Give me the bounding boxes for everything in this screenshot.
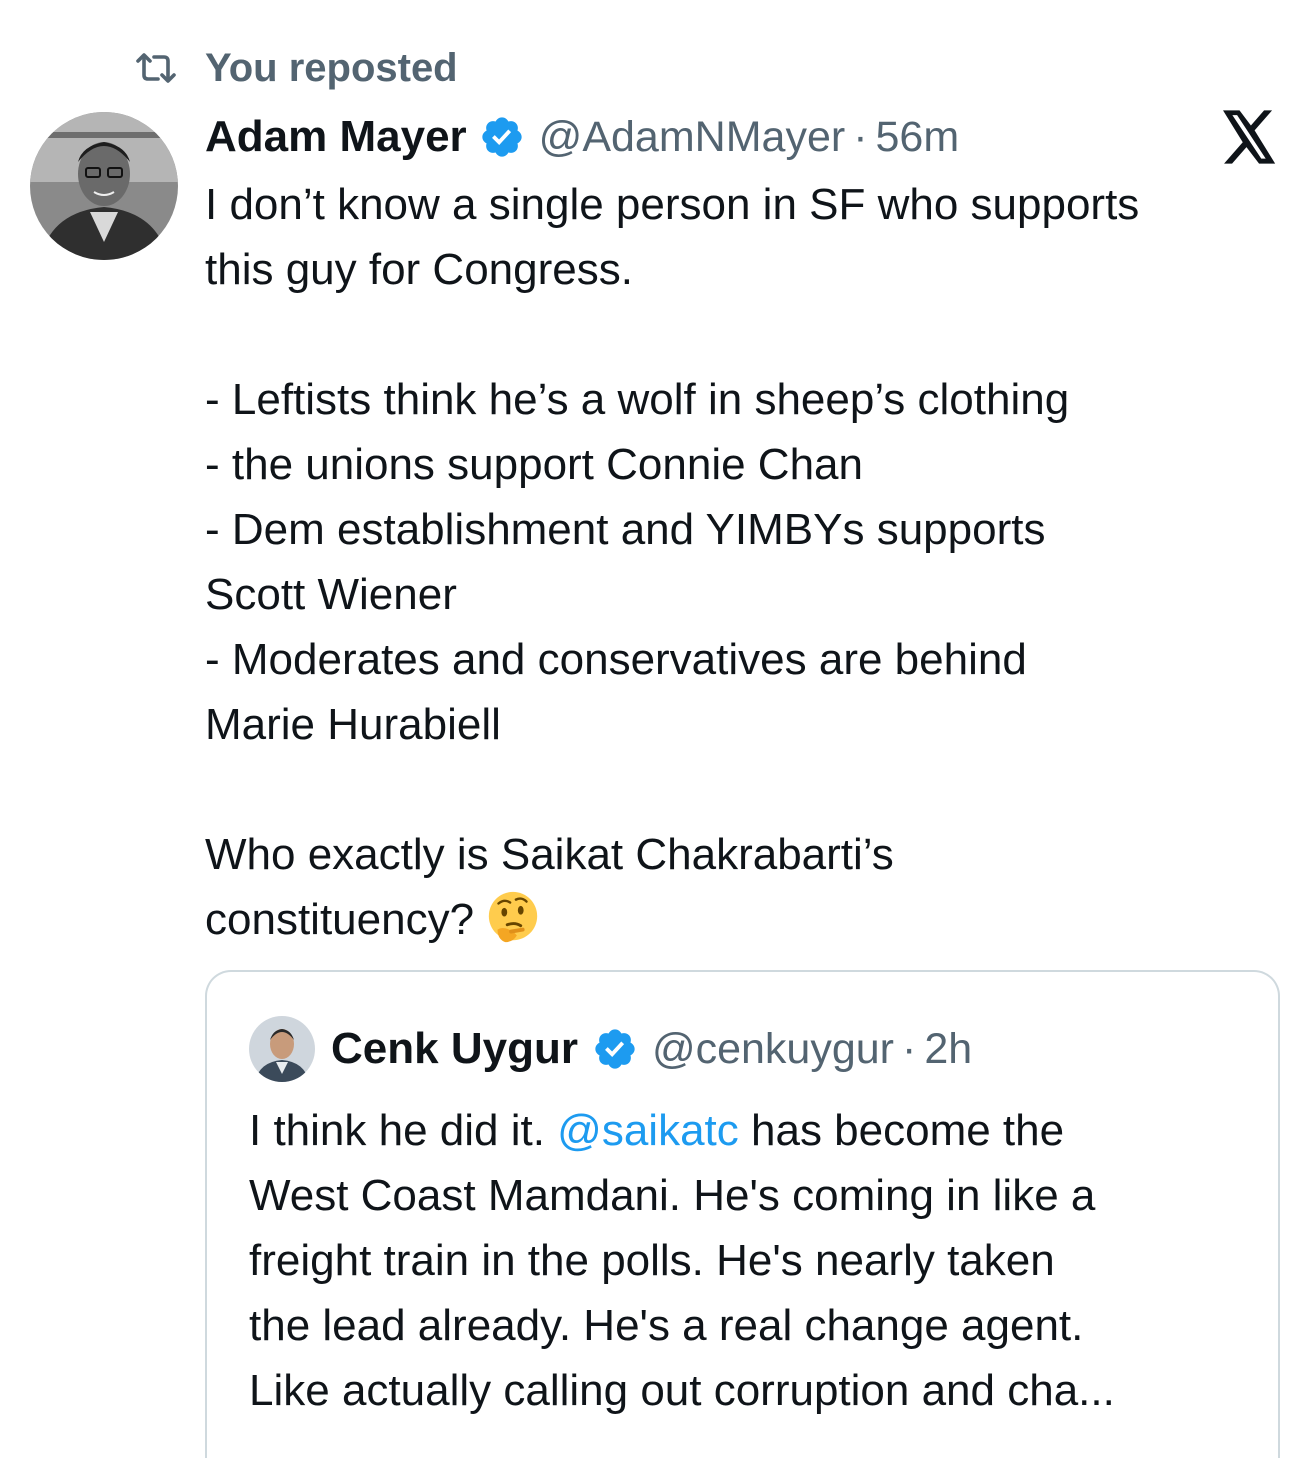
x-logo-icon: [1223, 110, 1276, 164]
quoted-line-first: I think he did it. @saikatc has become t…: [249, 1098, 1259, 1163]
author-name[interactable]: Adam Mayer: [205, 112, 467, 162]
tweet-line: constituency?: [205, 895, 475, 944]
author-handle[interactable]: @AdamNMayer: [539, 113, 846, 162]
quoted-timestamp[interactable]: 2h: [924, 1025, 972, 1074]
tweet-line: - the unions support Connie Chan: [205, 440, 863, 489]
tweet-line: Marie Hurabiell: [205, 700, 501, 749]
separator-dot: ·: [853, 112, 868, 161]
tweet-line: Scott Wiener: [205, 570, 457, 619]
quoted-tweet[interactable]: Cenk Uygur @cenkuygur · 2h I think he di…: [205, 970, 1280, 1458]
verified-badge-icon: [482, 117, 522, 157]
tweet-line: - Dem establishment and YIMBYs supports: [205, 505, 1046, 554]
quoted-author-name[interactable]: Cenk Uygur: [331, 1024, 578, 1074]
tweet-line: Who exactly is Saikat Chakrabarti’s: [205, 830, 894, 879]
quoted-line: Like actually calling out corruption and…: [249, 1366, 1115, 1415]
tweet-last-line: constituency?: [205, 887, 1290, 952]
repost-indicator: You reposted: [134, 40, 458, 96]
quoted-tweet-header: Cenk Uygur @cenkuygur · 2h: [249, 1016, 972, 1082]
tweet-line: this guy for Congress.: [205, 245, 633, 294]
separator-dot: ·: [902, 1024, 917, 1073]
quoted-text-segment: I think he did it.: [249, 1106, 558, 1155]
quoted-line: freight train in the polls. He's nearly …: [249, 1236, 1055, 1285]
quoted-author-avatar[interactable]: [249, 1016, 315, 1082]
author-avatar-photo: [30, 112, 178, 260]
quoted-line: the lead already. He's a real change age…: [249, 1301, 1084, 1350]
quoted-author-avatar-photo: [249, 1016, 315, 1082]
verified-badge-icon: [595, 1029, 635, 1069]
repost-icon: [136, 53, 176, 83]
thinking-face-emoji: [488, 892, 538, 943]
mention-link[interactable]: @saikatc: [557, 1106, 739, 1155]
repost-label: You reposted: [205, 45, 458, 90]
quoted-line: West Coast Mamdani. He's coming in like …: [249, 1171, 1096, 1220]
tweet-text: I don’t know a single person in SF who s…: [205, 172, 1290, 952]
tweet-header: Adam Mayer @AdamNMayer · 56m: [205, 106, 959, 168]
quoted-author-handle[interactable]: @cenkuygur: [652, 1025, 894, 1074]
quoted-text-segment: has become the: [738, 1106, 1065, 1155]
tweet-line: - Leftists think he’s a wolf in sheep’s …: [205, 375, 1070, 424]
quoted-tweet-text: I think he did it. @saikatc has become t…: [249, 1098, 1259, 1423]
tweet-line: - Moderates and conservatives are behind: [205, 635, 1027, 684]
author-avatar[interactable]: [30, 112, 178, 260]
timestamp[interactable]: 56m: [876, 113, 960, 162]
tweet-line: I don’t know a single person in SF who s…: [205, 180, 1140, 229]
